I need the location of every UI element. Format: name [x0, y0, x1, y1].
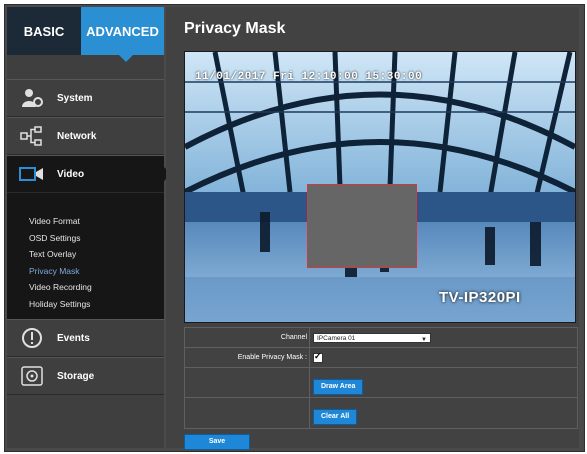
sidebar-item-network[interactable]: Network	[7, 117, 164, 155]
sidebar-item-label: Events	[57, 332, 90, 344]
enable-privacy-mask-checkbox[interactable]	[313, 351, 323, 363]
video-preview[interactable]: 11/01/2017 Fri 12:10:00 15:30:00 TV-IP32…	[184, 51, 576, 323]
sidebar-item-label: Storage	[57, 370, 95, 382]
sidebar-nav-lower: Events Storage	[7, 319, 164, 395]
privacy-mask-form: Channel IPCamera 01 ▼ Enable Privacy Mas…	[184, 327, 578, 429]
sidebar-item-video[interactable]: Video	[7, 155, 171, 193]
sidebar-item-label: Network	[57, 130, 97, 142]
main-content: Privacy Mask 11/01/2017 Fri 12:10:00 15:…	[166, 7, 579, 450]
video-camera-icon	[19, 163, 45, 185]
save-button[interactable]: Save	[184, 434, 250, 450]
user-settings-icon	[19, 87, 45, 109]
video-submenu: Video Format OSD Settings Text Overlay P…	[7, 193, 164, 326]
chevron-down-icon: ▼	[421, 337, 427, 343]
mode-tabs: BASIC ADVANCED	[7, 7, 164, 55]
submenu-text-overlay[interactable]: Text Overlay	[7, 246, 164, 263]
clear-all-button[interactable]: Clear All	[313, 409, 358, 425]
sidebar-item-system[interactable]: System	[7, 79, 164, 117]
channel-row: Channel IPCamera 01 ▼	[185, 328, 577, 348]
osd-timestamp: 11/01/2017 Fri 12:10:00 15:30:00	[195, 71, 423, 83]
submenu-holiday-settings[interactable]: Holiday Settings	[7, 296, 164, 313]
tab-basic[interactable]: BASIC	[7, 7, 81, 55]
enable-row: Enable Privacy Mask :	[185, 348, 577, 368]
submenu-osd-settings[interactable]: OSD Settings	[7, 230, 164, 247]
enable-privacy-mask-label: Enable Privacy Mask :	[237, 354, 307, 361]
sidebar-item-label: System	[57, 92, 93, 104]
channel-select-value: IPCamera 01	[317, 335, 356, 342]
submenu-video-recording[interactable]: Video Recording	[7, 279, 164, 296]
sidebar: BASIC ADVANCED System Network Video Vide…	[7, 7, 171, 448]
privacy-mask-area[interactable]	[307, 184, 417, 268]
camera-name-overlay: TV-IP320PI	[439, 289, 521, 306]
channel-label: Channel	[280, 334, 307, 341]
draw-area-row: Draw Area	[185, 368, 577, 398]
sidebar-nav: System Network Video Video Format OSD Se…	[7, 79, 171, 326]
storage-disk-icon	[19, 365, 45, 387]
page-title: Privacy Mask	[184, 20, 286, 37]
alert-icon	[19, 327, 45, 349]
tab-advanced[interactable]: ADVANCED	[81, 7, 164, 55]
sidebar-item-events[interactable]: Events	[7, 319, 164, 357]
sidebar-item-storage[interactable]: Storage	[7, 357, 164, 395]
clear-all-row: Clear All	[185, 398, 577, 427]
network-icon	[19, 125, 45, 147]
submenu-video-format[interactable]: Video Format	[7, 213, 164, 230]
sidebar-item-label: Video	[57, 168, 85, 180]
active-tab-caret	[119, 55, 133, 62]
draw-area-button[interactable]: Draw Area	[313, 379, 364, 395]
channel-select[interactable]: IPCamera 01 ▼	[313, 333, 431, 343]
submenu-privacy-mask[interactable]: Privacy Mask	[7, 263, 164, 280]
